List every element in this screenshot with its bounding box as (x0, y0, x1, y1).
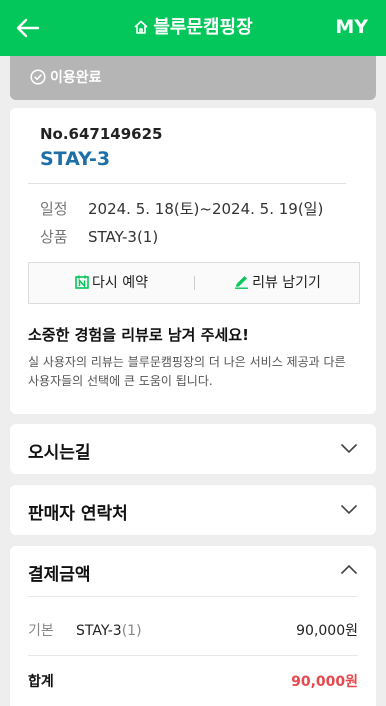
action-box: 다시 예약 리뷰 남기기 (28, 262, 360, 304)
order-number: No.647149625 (40, 125, 163, 143)
home-icon (134, 20, 148, 34)
payment-basic-label: 기본 (28, 623, 54, 639)
rebook-label: 다시 예약 (92, 275, 148, 291)
my-page-button[interactable]: MY (335, 15, 368, 39)
naver-booking-icon (75, 275, 89, 289)
product-row: 상품 STAY-3(1) (40, 226, 158, 247)
chevron-down-icon (340, 443, 358, 454)
divider (28, 183, 346, 184)
product-label: 상품 (40, 228, 68, 246)
payment-total-row: 합계 90,000원 (28, 671, 358, 691)
rebook-button[interactable]: 다시 예약 (29, 263, 194, 303)
payment-total-label: 합계 (28, 674, 54, 690)
review-prompt-title: 소중한 경험을 리뷰로 남겨 주세요! (28, 326, 249, 344)
schedule-label: 일정 (40, 200, 68, 218)
check-circle-icon (30, 69, 46, 85)
header-title-group[interactable]: 블루문캠핑장 (0, 16, 386, 40)
divider (28, 596, 358, 597)
directions-label: 오시는길 (28, 443, 91, 463)
directions-section[interactable]: 오시는길 (10, 424, 376, 474)
seller-contact-label: 판매자 연락처 (28, 504, 128, 524)
status-label: 이용완료 (50, 70, 102, 86)
write-review-label: 리뷰 남기기 (252, 275, 321, 291)
schedule-value: 2024. 5. 18(토)~2024. 5. 19(일) (88, 200, 324, 218)
payment-item-amount: 90,000원 (296, 623, 358, 639)
schedule-row: 일정 2024. 5. 18(토)~2024. 5. 19(일) (40, 198, 323, 219)
product-value: STAY-3(1) (88, 228, 159, 246)
divider (28, 655, 358, 656)
app-header: 블루문캠핑장 MY (0, 0, 386, 56)
payment-item-name: STAY-3 (76, 623, 122, 639)
payment-basic-row: 기본 STAY-3(1) 90,000원 (28, 620, 358, 640)
pencil-icon (235, 276, 249, 289)
write-review-button[interactable]: 리뷰 남기기 (195, 263, 360, 303)
status-bar: 이용완료 (10, 56, 376, 100)
payment-total-amount: 90,000원 (291, 674, 358, 690)
payment-section: 결제금액 기본 STAY-3(1) 90,000원 합계 90,000원 (10, 546, 376, 706)
status-label-group: 이용완료 (30, 69, 102, 87)
page-title: 블루문캠핑장 (153, 17, 253, 38)
payment-item-qty: (1) (121, 623, 142, 639)
room-name: STAY-3 (40, 148, 111, 170)
seller-contact-section[interactable]: 판매자 연락처 (10, 485, 376, 535)
payment-label[interactable]: 결제금액 (28, 560, 91, 585)
chevron-down-icon (340, 504, 358, 515)
chevron-up-icon[interactable] (340, 564, 358, 576)
reservation-card: No.647149625 STAY-3 일정 2024. 5. 18(토)~202… (10, 108, 376, 414)
review-prompt-description: 실 사용자의 리뷰는 블루문캠핑장의 더 나은 서비스 제공과 다른 사용자들의… (28, 355, 346, 388)
